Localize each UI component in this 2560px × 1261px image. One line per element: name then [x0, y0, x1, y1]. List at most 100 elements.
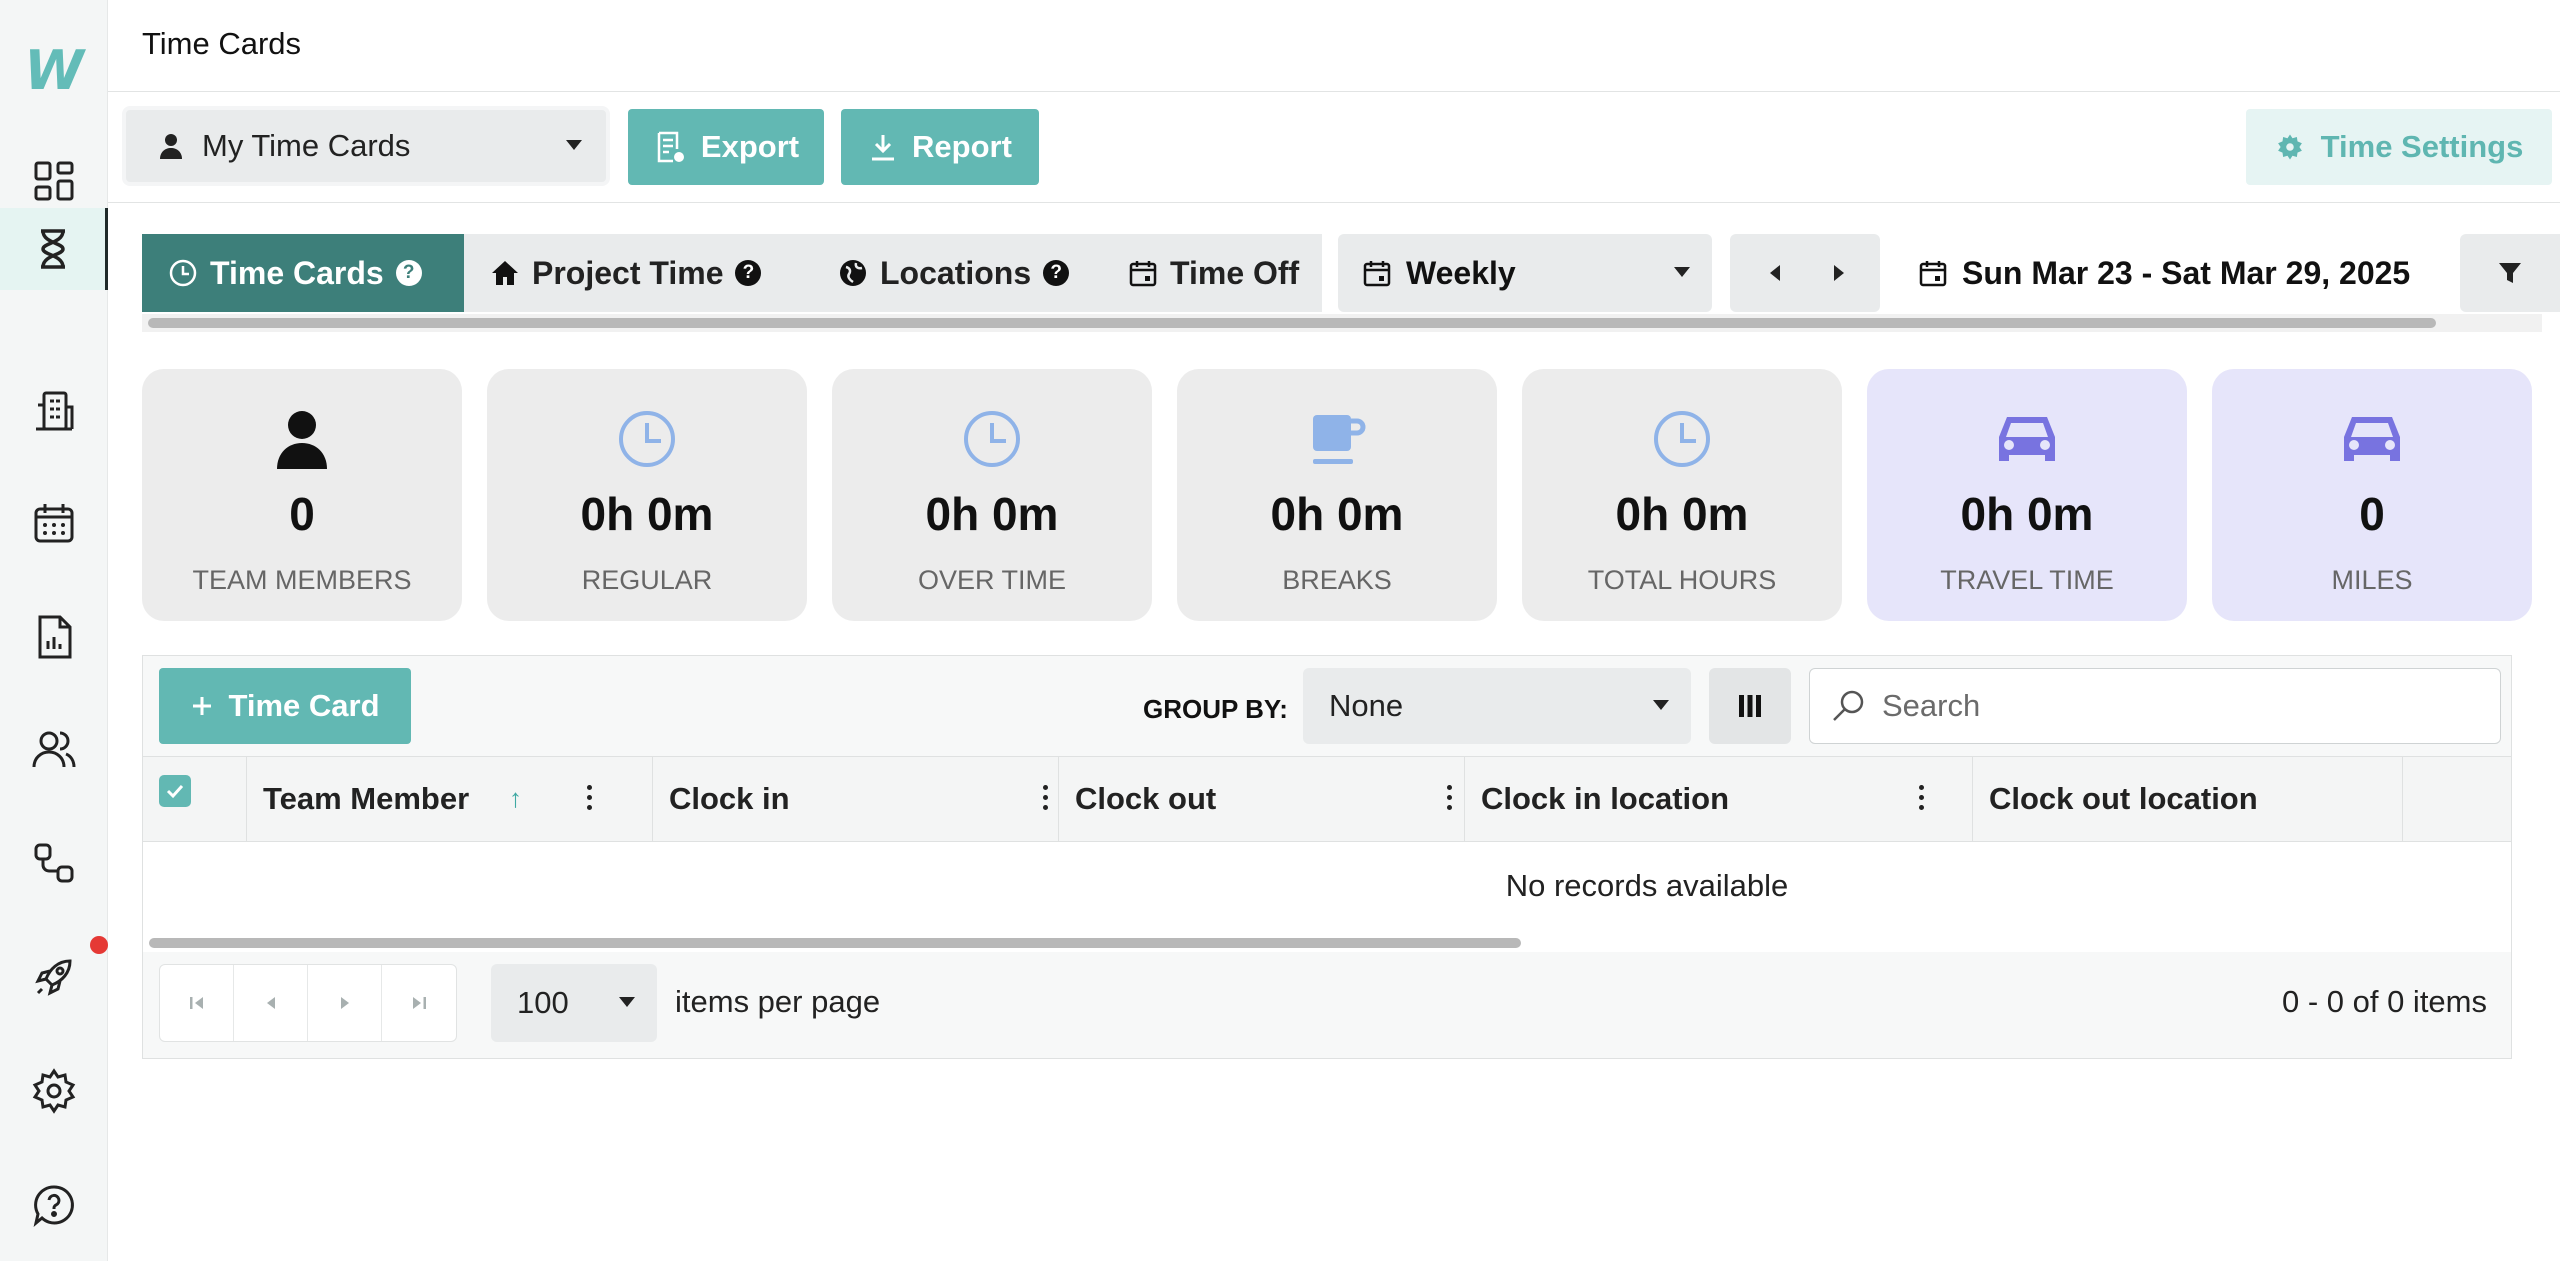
sidebar-item-team[interactable] — [0, 708, 108, 790]
column-label: Clock in location — [1481, 781, 1730, 816]
column-header-clock-out-location[interactable]: Clock out location — [1973, 757, 2403, 841]
search-box[interactable] — [1809, 668, 2501, 744]
column-label: Clock out — [1075, 781, 1217, 816]
help-icon[interactable]: ? — [735, 260, 762, 286]
search-input[interactable] — [1882, 688, 2462, 724]
chevron-down-icon — [1653, 700, 1669, 710]
columns-icon — [1739, 695, 1761, 717]
page-size-select[interactable]: 100 — [491, 964, 657, 1042]
chevron-down-icon — [1674, 267, 1690, 277]
next-period-button[interactable] — [1834, 265, 1844, 281]
sidebar-item-time[interactable] — [0, 208, 108, 290]
stat-label: TEAM MEMBERS — [192, 565, 412, 595]
stat-card-regular: 0h 0m REGULAR — [487, 369, 807, 621]
tab-label: Project Time — [532, 254, 724, 291]
prev-period-button[interactable] — [1770, 265, 1780, 281]
sort-ascending-icon[interactable]: ↑ — [509, 783, 522, 814]
stat-card-breaks: 0h 0m BREAKS — [1177, 369, 1497, 621]
clock-icon — [964, 411, 1020, 467]
table-header: Team Member ↑ Clock in Clock out Clock i… — [143, 756, 2511, 842]
sidebar: W — [0, 0, 108, 1261]
clock-icon — [619, 411, 675, 467]
columns-button[interactable] — [1709, 668, 1791, 744]
column-menu-icon[interactable] — [1447, 785, 1453, 815]
plus-icon — [193, 697, 212, 715]
calendar-icon — [34, 504, 74, 543]
tab-label: Time Off — [1170, 254, 1300, 291]
help-icon[interactable]: ? — [1043, 260, 1070, 286]
stat-value: 0h 0m — [925, 488, 1059, 540]
column-menu-icon[interactable] — [1919, 785, 1925, 815]
column-menu-icon[interactable] — [1043, 785, 1049, 815]
next-page-button[interactable] — [308, 965, 382, 1041]
tab-locations[interactable]: Locations ? — [812, 234, 1102, 312]
tab-time-cards[interactable]: Time Cards ? — [142, 234, 464, 312]
home-icon — [492, 261, 518, 285]
time-cards-grid: Time Card GROUP BY: None Team Member ↑ — [142, 655, 2512, 1059]
column-header-team-member[interactable]: Team Member ↑ — [247, 757, 653, 841]
column-label: Clock in — [669, 781, 790, 816]
tab-label: Locations — [880, 254, 1032, 291]
last-page-button[interactable] — [382, 965, 456, 1041]
tab-time-off[interactable]: Time Off — [1102, 234, 1322, 312]
time-settings-button[interactable]: Time Settings — [2246, 109, 2552, 185]
pagination-count: 0 - 0 of 0 items — [2281, 984, 2487, 1019]
view-select-value: My Time Cards — [202, 128, 411, 163]
stat-label: REGULAR — [581, 565, 713, 595]
calendar-icon — [1363, 261, 1391, 287]
stat-card-team-members: 0 TEAM MEMBERS — [142, 369, 462, 621]
person-icon — [277, 411, 327, 469]
stat-label: BREAKS — [1282, 565, 1392, 595]
sidebar-item-reports[interactable] — [0, 596, 108, 678]
period-select-value: Weekly — [1406, 254, 1516, 291]
period-select[interactable]: Weekly — [1338, 234, 1712, 312]
column-menu-icon[interactable] — [587, 785, 593, 815]
person-icon — [160, 134, 182, 159]
add-time-card-label: Time Card — [228, 688, 380, 723]
calendar-icon — [1919, 261, 1947, 287]
toolbar-divider — [108, 202, 2560, 203]
rocket-icon — [35, 959, 72, 996]
select-all-checkbox[interactable] — [159, 775, 191, 807]
date-range[interactable]: Sun Mar 23 - Sat Mar 29, 2025 — [1918, 234, 2410, 312]
filter-button[interactable] — [2460, 234, 2560, 312]
check-icon — [166, 784, 184, 799]
tab-project-time[interactable]: Project Time ? — [464, 234, 812, 312]
report-icon — [38, 615, 72, 659]
select-all-cell — [143, 757, 247, 841]
column-header-clock-out[interactable]: Clock out — [1059, 757, 1465, 841]
sidebar-item-calendar[interactable] — [0, 482, 108, 564]
time-settings-label: Time Settings — [2320, 129, 2524, 164]
add-time-card-button[interactable]: Time Card — [159, 668, 411, 744]
download-icon — [872, 135, 895, 161]
prev-page-icon — [266, 997, 275, 1009]
report-button[interactable]: Report — [841, 109, 1039, 185]
first-page-button[interactable] — [160, 965, 234, 1041]
prev-page-button[interactable] — [234, 965, 308, 1041]
group-by-select[interactable]: None — [1303, 668, 1691, 744]
column-header-clock-in-location[interactable]: Clock in location — [1465, 757, 1973, 841]
stat-value: 0h 0m — [580, 488, 714, 540]
next-page-icon — [340, 997, 349, 1009]
sidebar-item-workflow[interactable] — [0, 822, 108, 904]
empty-state-text: No records available — [1505, 868, 1789, 903]
stat-card-miles: 0 MILES — [2212, 369, 2532, 621]
app-logo[interactable]: W — [22, 38, 86, 102]
time-cards-view-select[interactable]: My Time Cards — [122, 106, 610, 186]
sidebar-item-buildings[interactable] — [0, 370, 108, 452]
table-body: No records available — [143, 842, 2511, 952]
sidebar-item-settings[interactable] — [0, 1050, 108, 1132]
help-icon — [33, 1185, 74, 1227]
help-icon[interactable]: ? — [395, 260, 422, 286]
users-icon — [32, 731, 76, 768]
export-button[interactable]: Export — [628, 109, 824, 185]
export-label: Export — [700, 129, 800, 164]
calendar-icon — [1129, 261, 1157, 287]
column-label: Team Member — [263, 781, 470, 816]
column-header-clock-in[interactable]: Clock in — [653, 757, 1059, 841]
tabs-scrollbar[interactable] — [148, 318, 2436, 328]
stat-value: 0 — [2359, 488, 2385, 540]
column-label: Clock out location — [1989, 781, 2258, 816]
sidebar-item-help[interactable] — [0, 1164, 108, 1246]
table-scrollbar[interactable] — [149, 938, 1521, 948]
